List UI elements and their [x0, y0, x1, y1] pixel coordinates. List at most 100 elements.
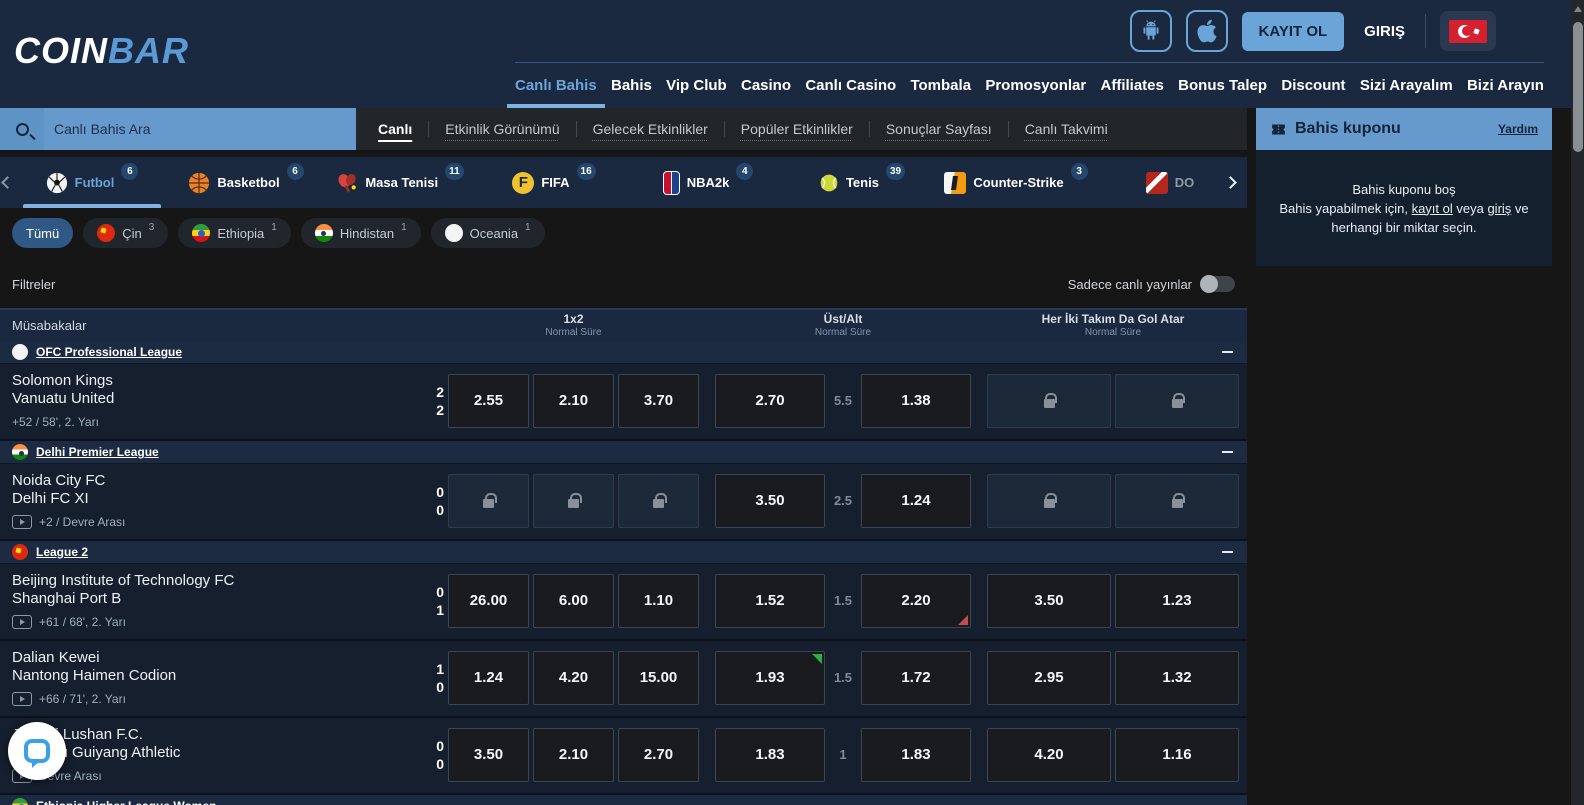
filters-label[interactable]: Filtreler	[12, 277, 55, 292]
sports-scroll-left-button[interactable]	[0, 178, 15, 187]
nav-discount[interactable]: Discount	[1281, 77, 1345, 94]
league-header-delhi[interactable]: Delhi Premier League	[0, 441, 1247, 464]
country-pill-tumu[interactable]: Tümü	[12, 218, 73, 248]
odds-button-x[interactable]: 6.00	[533, 574, 614, 628]
nav-casino[interactable]: Casino	[741, 77, 791, 94]
sport-tab-tenis[interactable]: Tenis 39	[785, 157, 939, 208]
odds-button-over[interactable]: 1.93	[715, 651, 825, 705]
nav-canli-casino[interactable]: Canlı Casino	[805, 77, 896, 94]
tab-gelecek-etkinlikler[interactable]: Gelecek Etkinlikler	[576, 121, 724, 137]
odds-button-over[interactable]: 1.52	[715, 574, 825, 628]
tab-populer-etkinlikler[interactable]: Popüler Etkinlikler	[724, 121, 869, 137]
ios-app-button[interactable]	[1186, 10, 1228, 52]
betslip-empty-mid: veya	[1453, 201, 1488, 216]
nav-bonus-talep[interactable]: Bonus Talep	[1178, 77, 1267, 94]
tab-canli[interactable]: Canlı	[362, 121, 428, 137]
league-header-league2[interactable]: League 2	[0, 541, 1247, 564]
league-name-link[interactable]: League 2	[36, 545, 88, 559]
league-name-link[interactable]: Ethiopia Higher League Women	[36, 799, 216, 805]
country-pill-oceania[interactable]: Oceania1	[431, 218, 545, 248]
sports-scroll-right-button[interactable]	[1213, 157, 1247, 208]
country-pill-cin[interactable]: Çin3	[83, 218, 168, 248]
odds-button-2[interactable]: 3.70	[618, 374, 699, 428]
collapse-icon[interactable]	[1222, 551, 1233, 553]
odds-button-1[interactable]: 26.00	[448, 574, 529, 628]
odds-button-under[interactable]: 1.24	[861, 474, 971, 528]
nav-sizi-arayalim[interactable]: Sizi Arayalım	[1360, 77, 1453, 94]
odds-button-btts-yes[interactable]: 4.20	[987, 728, 1111, 782]
nav-affiliates[interactable]: Affiliates	[1101, 77, 1164, 94]
search-input[interactable]	[44, 121, 356, 137]
league-name-link[interactable]: Delhi Premier League	[36, 445, 159, 459]
sport-tab-masa-tenisi[interactable]: Masa Tenisi 11	[323, 157, 477, 208]
sport-tab-nba2k[interactable]: NBA2k 4	[631, 157, 785, 208]
country-pill-ethiopia[interactable]: Ethiopia1	[178, 218, 291, 248]
tab-sonuclar-sayfasi[interactable]: Sonuçlar Sayfası	[869, 121, 1008, 137]
live-only-toggle[interactable]	[1201, 276, 1235, 292]
league-header-ethiopia-women[interactable]: Ethiopia Higher League Women	[0, 795, 1247, 805]
collapse-icon[interactable]	[1222, 351, 1233, 353]
login-button[interactable]: GIRIŞ	[1364, 23, 1405, 40]
odds-button-2[interactable]: 1.10	[618, 574, 699, 628]
odds-button-btts-yes[interactable]: 2.95	[987, 651, 1111, 705]
odds-button-under[interactable]: 1.83	[861, 728, 971, 782]
tab-etkinlik-gorunumu[interactable]: Etkinlik Görünümü	[428, 121, 575, 137]
odds-button-x[interactable]: 2.10	[533, 374, 614, 428]
search-icon[interactable]	[0, 108, 44, 150]
signup-button[interactable]: KAYIT OL	[1242, 12, 1345, 51]
odds-button-btts-no[interactable]: 1.32	[1115, 651, 1239, 705]
odds-value: 1.24	[901, 492, 930, 509]
android-icon	[1139, 19, 1163, 43]
odds-button-btts-no[interactable]: 1.16	[1115, 728, 1239, 782]
coinbar-logo[interactable]: COINBAR	[14, 30, 189, 72]
nav-vip-club[interactable]: Vip Club	[666, 77, 727, 94]
odds-button-2[interactable]: 15.00	[618, 651, 699, 705]
odds-button-under[interactable]: 1.38	[861, 374, 971, 428]
odds-button-1[interactable]: 2.55	[448, 374, 529, 428]
odds-button-1[interactable]: 3.50	[448, 728, 529, 782]
odds-button-x[interactable]: 4.20	[533, 651, 614, 705]
odds-button-btts-yes[interactable]: 3.50	[987, 574, 1111, 628]
country-count: 3	[149, 222, 155, 233]
betslip-login-link[interactable]: giriş	[1487, 201, 1511, 216]
tab-canli-takvimi[interactable]: Canlı Takvimi	[1008, 121, 1124, 137]
odds-button-x[interactable]: 2.10	[533, 728, 614, 782]
collapse-icon[interactable]	[1222, 451, 1233, 453]
nav-tombala[interactable]: Tombala	[910, 77, 971, 94]
odds-value: 1.24	[474, 669, 503, 686]
nav-bizi-arayin[interactable]: Bizi Arayın	[1467, 77, 1544, 94]
page-scrollbar[interactable]	[1571, 0, 1584, 805]
match-info[interactable]: Noida City FC Delhi FC XI +2 / Devre Ara…	[0, 472, 422, 529]
odds-button-over[interactable]: 1.83	[715, 728, 825, 782]
scrollbar-thumb[interactable]	[1573, 22, 1583, 152]
nav-canli-bahis[interactable]: Canlı Bahis	[515, 77, 597, 94]
match-info[interactable]: Beijing Institute of Technology FC Shang…	[0, 572, 422, 629]
language-selector[interactable]	[1440, 11, 1496, 51]
sport-tab-fifa[interactable]: FIFA 16	[477, 157, 631, 208]
odds-button-under[interactable]: 1.72	[861, 651, 971, 705]
odds-button-over[interactable]: 2.70	[715, 374, 825, 428]
country-pill-hindistan[interactable]: Hindistan1	[301, 218, 421, 248]
scroll-up-arrow-icon[interactable]	[1574, 6, 1582, 12]
league-header-ofc[interactable]: OFC Professional League	[0, 341, 1247, 364]
betslip-register-link[interactable]: kayıt ol	[1412, 201, 1453, 216]
odds-button-2[interactable]: 2.70	[618, 728, 699, 782]
match-info[interactable]: Solomon Kings Vanuatu United +52 / 58', …	[0, 372, 422, 429]
betslip-help-link[interactable]: Yardım	[1498, 122, 1538, 136]
nav-bahis[interactable]: Bahis	[611, 77, 652, 94]
odds-button-over[interactable]: 3.50	[715, 474, 825, 528]
lock-icon	[1044, 499, 1055, 508]
sport-tab-futbol[interactable]: Futbol 6	[15, 157, 169, 208]
nav-promosyonlar[interactable]: Promosyonlar	[985, 77, 1086, 94]
odds-button-1[interactable]: 1.24	[448, 651, 529, 705]
live-chat-button[interactable]	[8, 722, 66, 780]
android-app-button[interactable]	[1130, 10, 1172, 52]
sport-tab-basketbol[interactable]: Basketbol 6	[169, 157, 323, 208]
odds-button-under[interactable]: 2.20	[861, 574, 971, 628]
sport-tab-counter-strike[interactable]: Counter-Strike 3	[939, 157, 1093, 208]
sport-count-badge: 16	[577, 163, 596, 180]
league-name-link[interactable]: OFC Professional League	[36, 345, 182, 359]
away-score: 0	[422, 501, 444, 519]
odds-button-btts-no[interactable]: 1.23	[1115, 574, 1239, 628]
match-info[interactable]: Dalian Kewei Nantong Haimen Codion +66 /…	[0, 649, 422, 706]
